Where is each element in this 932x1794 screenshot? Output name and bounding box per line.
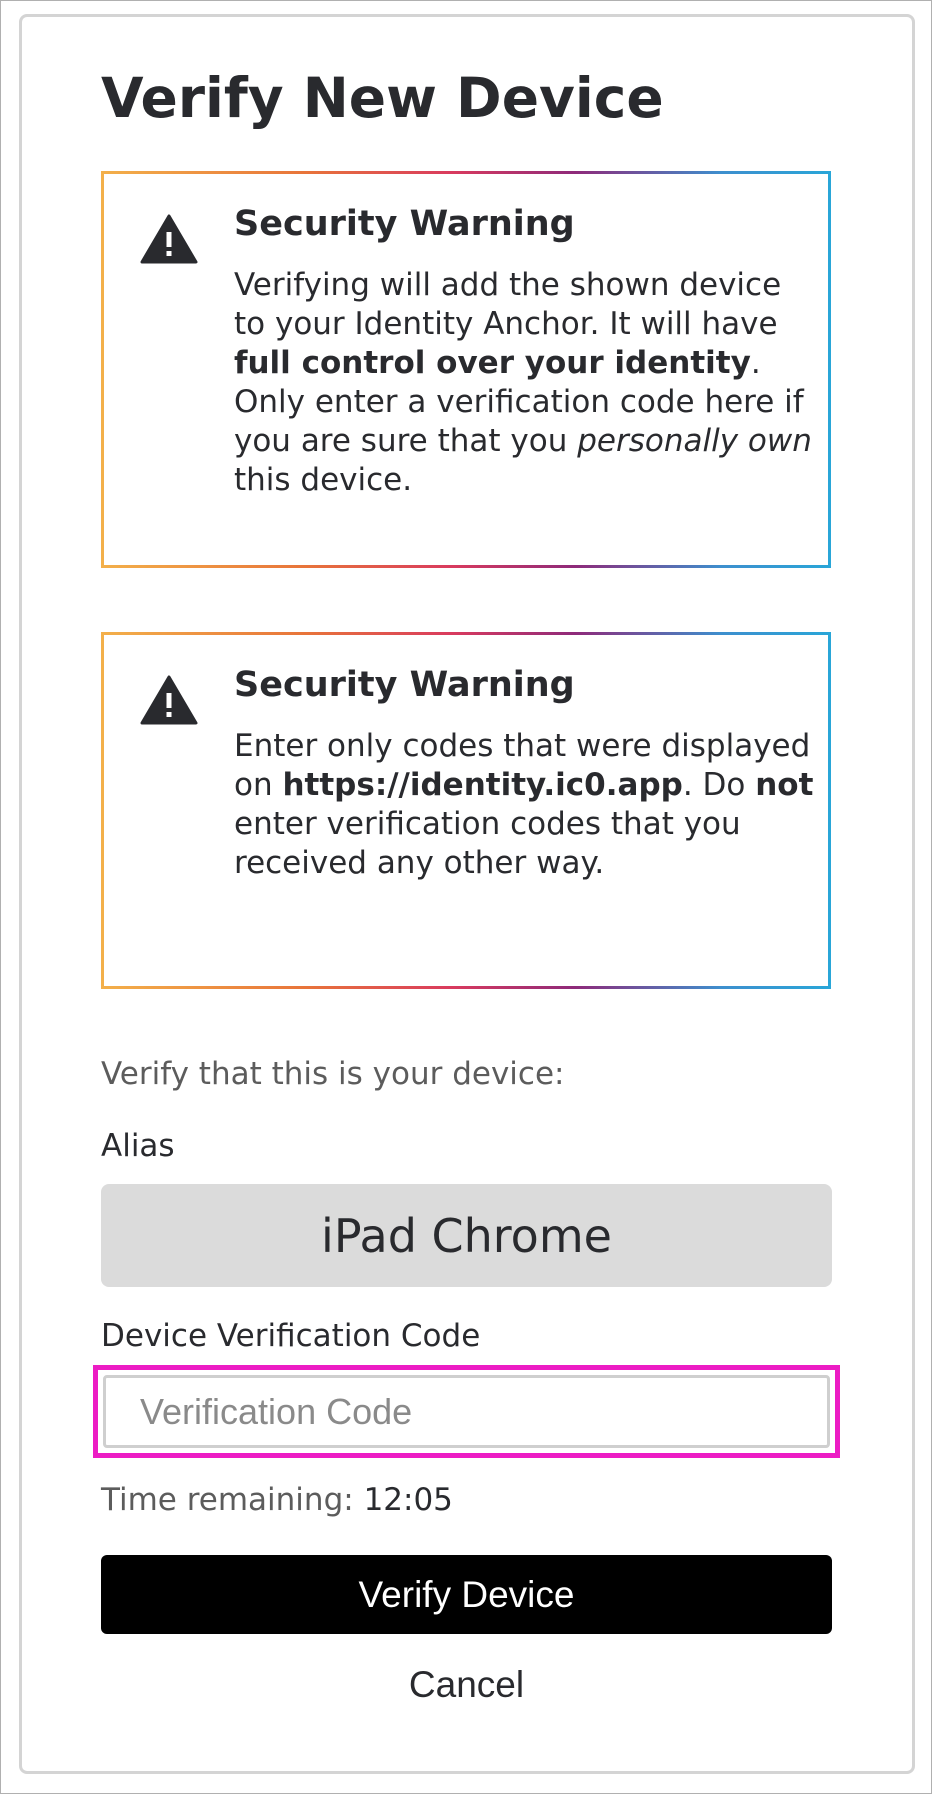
verification-code-label: Device Verification Code bbox=[101, 1318, 481, 1354]
warning-text-segment: personally own bbox=[577, 423, 812, 459]
alias-value: iPad Chrome bbox=[101, 1184, 832, 1287]
verification-code-input[interactable] bbox=[103, 1375, 830, 1448]
cancel-button[interactable]: Cancel bbox=[101, 1660, 832, 1710]
warning-title: Security Warning bbox=[234, 665, 575, 705]
security-warning-1: Security Warning Verifying will add the … bbox=[101, 171, 831, 568]
warning-text-segment: Verifying will add the shown device to y… bbox=[234, 267, 782, 342]
warning-text-segment: enter verification codes that you receiv… bbox=[234, 806, 741, 881]
time-remaining-value: 12:05 bbox=[363, 1482, 453, 1518]
warning-text-segment: . Do bbox=[682, 767, 756, 803]
warning-triangle-icon bbox=[140, 675, 198, 725]
time-remaining-label: Time remaining: bbox=[101, 1482, 354, 1518]
time-remaining: Time remaining: 12:05 bbox=[101, 1482, 453, 1518]
warning-title: Security Warning bbox=[234, 204, 575, 244]
warning-triangle-icon bbox=[140, 214, 198, 264]
warning-body: Verifying will add the shown device to y… bbox=[234, 266, 814, 500]
page-title: Verify New Device bbox=[101, 66, 664, 130]
verify-device-button[interactable]: Verify Device bbox=[101, 1555, 832, 1634]
security-warning-2: Security Warning Enter only codes that w… bbox=[101, 632, 831, 989]
warning-text-segment: https://identity.ic0.app bbox=[282, 767, 683, 803]
alias-label: Alias bbox=[101, 1128, 175, 1164]
warning-text-segment: full control over your identity bbox=[234, 345, 751, 381]
verify-prompt-text: Verify that this is your device: bbox=[101, 1056, 565, 1092]
warning-body: Enter only codes that were displayed on … bbox=[234, 727, 814, 883]
warning-text-segment: this device. bbox=[234, 462, 413, 498]
warning-text-segment: not bbox=[755, 767, 814, 803]
